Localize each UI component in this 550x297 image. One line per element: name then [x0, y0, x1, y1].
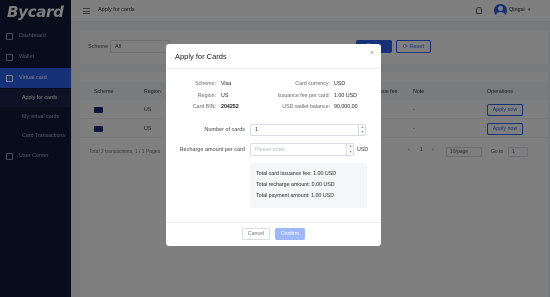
issuance-fee-label: Issuance fee per card:: [277, 93, 330, 99]
divider: [166, 222, 381, 223]
scheme-value: Visa: [221, 81, 232, 87]
increment-icon[interactable]: ▲: [346, 144, 354, 149]
dialog-title: Apply for Cards: [175, 52, 227, 61]
total-issuance-fee: Total card issuance fee: 1.00 USD: [256, 171, 337, 177]
confirm-button[interactable]: Confirm: [275, 228, 305, 240]
total-recharge-amount: Total recharge amount: 0.00 USD: [256, 182, 335, 188]
recharge-amount-label: Recharge amount per card: [179, 147, 245, 153]
wallet-balance-label: USD wallet balance:: [282, 104, 330, 110]
recharge-amount-input[interactable]: Please enter: [250, 143, 354, 156]
payment-summary: Total card issuance fee: 1.00 USD Total …: [250, 163, 367, 208]
number-of-cards-input[interactable]: 1: [250, 124, 366, 136]
card-bin-value: 204252: [221, 104, 239, 110]
scheme-label: Scheme:: [195, 81, 216, 87]
region-value: US: [221, 93, 229, 99]
card-currency-label: Card currency:: [295, 81, 330, 87]
decrement-icon[interactable]: ▼: [358, 130, 366, 135]
number-of-cards-label: Number of cards: [204, 127, 245, 133]
apply-cards-dialog: Apply for Cards × Scheme: Visa Region: U…: [166, 44, 381, 246]
cancel-button[interactable]: Cancel: [242, 228, 270, 240]
region-label: Region:: [197, 93, 216, 99]
divider: [166, 68, 381, 69]
total-payment-amount: Total payment amount: 1.00 USD: [256, 193, 335, 199]
decrement-icon[interactable]: ▼: [346, 150, 354, 155]
card-bin-label: Card BIN:: [192, 104, 216, 110]
close-icon[interactable]: ×: [370, 50, 374, 57]
wallet-balance-value: 90,000.00: [334, 104, 358, 110]
issuance-fee-value: 1.00 USD: [334, 93, 357, 99]
amount-unit: USD: [357, 147, 369, 153]
card-currency-value: USD: [334, 81, 346, 87]
